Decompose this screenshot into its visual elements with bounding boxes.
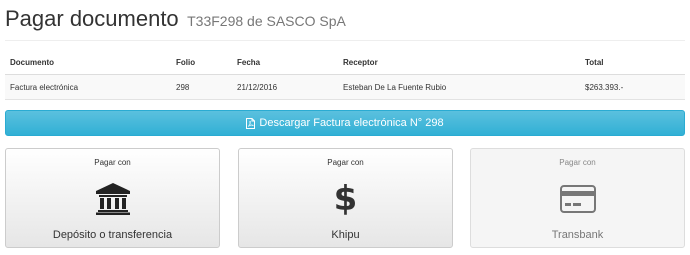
pay-with-label: Pagar con	[94, 158, 131, 167]
download-button-label: Descargar Factura electrónica N° 298	[259, 117, 444, 129]
table-header-row: Documento Folio Fecha Receptor Total	[5, 50, 685, 75]
cell-receptor: Esteban De La Fuente Rubio	[338, 74, 580, 100]
cell-documento: Factura electrónica	[5, 74, 171, 100]
column-header-fecha: Fecha	[232, 50, 338, 75]
bank-icon	[95, 183, 130, 215]
document-table: Documento Folio Fecha Receptor Total Fac…	[5, 50, 685, 100]
column-header-receptor: Receptor	[338, 50, 580, 75]
pay-transbank-button[interactable]: Pagar con Transbank	[470, 148, 685, 248]
pay-with-label: Pagar con	[327, 158, 364, 167]
column-header-documento: Documento	[5, 50, 171, 75]
pay-khipu-button[interactable]: Pagar con $ Khipu	[238, 148, 453, 248]
pay-option-name: Depósito o transferencia	[52, 229, 173, 241]
file-pdf-icon	[246, 117, 256, 129]
page-header: Pagar documento T33F298 de SASCO SpA	[5, 6, 346, 32]
column-header-total: Total	[580, 50, 685, 75]
column-header-folio: Folio	[171, 50, 232, 75]
pay-deposit-button[interactable]: Pagar con Depósito o transferencia	[5, 148, 220, 248]
dollar-icon: $	[333, 179, 358, 219]
cell-folio: 298	[171, 74, 232, 100]
page-title: Pagar documento	[5, 6, 179, 31]
cell-total: $263.393.-	[580, 74, 685, 100]
page-subtitle: T33F298 de SASCO SpA	[187, 13, 346, 29]
credit-card-icon	[559, 185, 596, 213]
download-document-button[interactable]: Descargar Factura electrónica N° 298	[5, 110, 685, 136]
cell-fecha: 21/12/2016	[232, 74, 338, 100]
table-row: Factura electrónica 298 21/12/2016 Esteb…	[5, 74, 685, 100]
pay-option-name: Khipu	[331, 229, 360, 241]
pay-option-name: Transbank	[551, 229, 604, 241]
header-divider	[5, 40, 685, 41]
pay-with-label: Pagar con	[559, 158, 596, 167]
